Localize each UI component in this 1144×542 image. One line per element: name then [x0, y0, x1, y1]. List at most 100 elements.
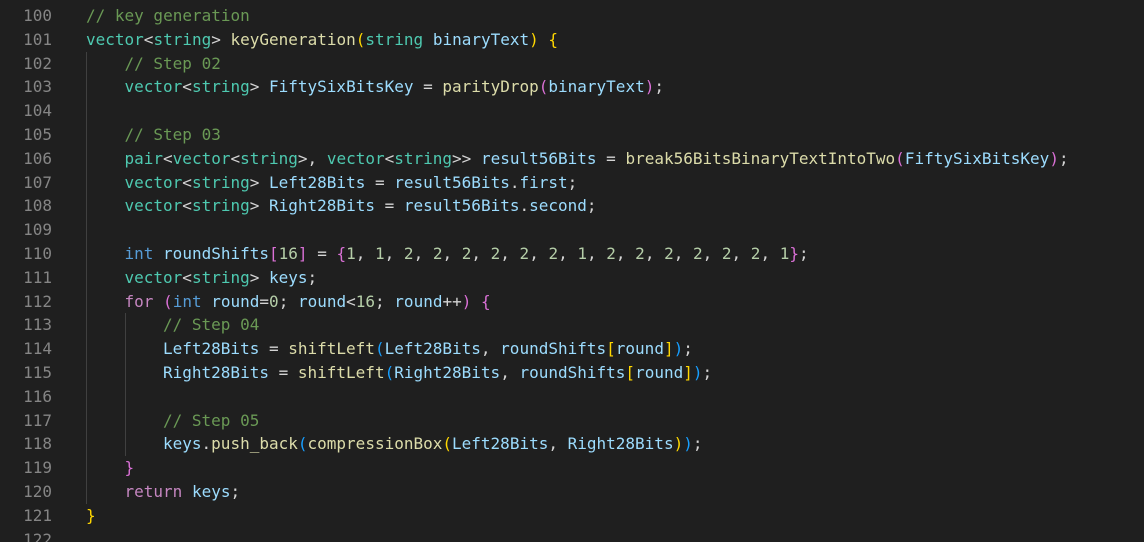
- code-text: vector<string> Left28Bits = result56Bits…: [125, 171, 578, 195]
- code-token: first: [519, 172, 568, 192]
- code-line[interactable]: 117 // Step 05: [0, 408, 1144, 433]
- code-token: ): [1049, 148, 1059, 168]
- code-line[interactable]: 104: [0, 99, 1144, 123]
- code-token: keys: [163, 434, 202, 454]
- line-number: 113: [23, 315, 52, 335]
- indent-guide: [86, 480, 87, 504]
- code-line[interactable]: 113 // Step 04: [0, 313, 1144, 338]
- code-token: >: [249, 77, 269, 97]
- line-number: 107: [23, 172, 52, 192]
- line-number: 114: [23, 339, 52, 359]
- code-token: pair: [124, 148, 164, 168]
- indent-guide: [86, 432, 87, 457]
- code-line[interactable]: 111 vector<string> keys;: [0, 265, 1144, 290]
- code-line[interactable]: 122: [0, 528, 1144, 542]
- code-token: 2: [519, 244, 530, 263]
- code-line[interactable]: 110 int roundShifts[16] = {1, 1, 2, 2, 2,…: [0, 242, 1144, 266]
- code-token: ;: [375, 291, 395, 311]
- code-token: ,: [548, 434, 568, 454]
- code-line[interactable]: 103 vector<string> FiftySixBitsKey = pari…: [0, 75, 1144, 100]
- code-token: FiftySixBitsKey: [269, 77, 414, 97]
- code-line[interactable]: 109: [0, 218, 1144, 242]
- code-token: ;: [1058, 148, 1069, 168]
- code-token: // Step 04: [163, 315, 260, 335]
- code-token: ): [644, 77, 655, 97]
- line-number: 122: [23, 529, 52, 542]
- code-line[interactable]: 102 // Step 02: [0, 51, 1144, 76]
- code-token: string: [240, 148, 298, 168]
- code-token: vector: [124, 77, 183, 97]
- code-token: result56Bits: [394, 172, 510, 192]
- code-token: round: [297, 291, 347, 311]
- code-token: >: [211, 29, 231, 49]
- code-line[interactable]: 121}: [0, 504, 1144, 528]
- code-line[interactable]: 101 vector<string> keyGeneration(string b…: [0, 28, 1144, 52]
- code-token: ,: [471, 244, 491, 263]
- code-token: }: [86, 505, 96, 525]
- code-token: ,: [587, 244, 607, 263]
- code-line[interactable]: 112 for (int round=0; round<16; round++) …: [0, 289, 1144, 314]
- code-text: pair<vector<string>, vector<string>> res…: [125, 147, 1069, 171]
- code-token: string: [191, 77, 250, 97]
- code-text: Left28Bits = shiftLeft(Left28Bits, round…: [163, 337, 693, 361]
- line-number: 103: [23, 77, 52, 97]
- code-token: int: [172, 291, 202, 311]
- code-token: ,: [760, 244, 780, 263]
- code-token: string: [394, 148, 453, 168]
- code-token: >: [249, 196, 269, 216]
- line-number: 117: [23, 410, 52, 430]
- code-token: ,: [731, 244, 751, 263]
- code-editor[interactable]: 100// key generation 101 vector<string> ke…: [0, 0, 1144, 542]
- code-token: ,: [442, 244, 462, 263]
- code-token: (: [355, 29, 366, 49]
- code-token: 2: [461, 244, 472, 263]
- code-token: compressionBox: [307, 434, 443, 454]
- code-text: // Step 05: [163, 409, 259, 433]
- code-text: vector<string> keys;: [125, 266, 318, 290]
- code-token: Left28Bits: [452, 434, 549, 454]
- indent-guide: [86, 170, 87, 195]
- code-line[interactable]: 118 keys.push_back(compressionBox(Left28B…: [0, 432, 1144, 457]
- code-line[interactable]: 120 return keys;: [0, 480, 1144, 504]
- code-token: 2: [664, 244, 674, 263]
- code-line[interactable]: 107 vector<string> Left28Bits = result56B…: [0, 170, 1144, 195]
- code-line[interactable]: 108 vector<string> Right28Bits = result56…: [0, 194, 1144, 219]
- code-token: <: [346, 291, 356, 311]
- code-token: {: [481, 291, 491, 311]
- code-line[interactable]: 119}: [0, 456, 1144, 480]
- code-token: roundShifts: [500, 339, 607, 359]
- code-line[interactable]: 116: [0, 384, 1144, 409]
- code-token: ,: [413, 244, 433, 263]
- code-token: <: [143, 29, 154, 49]
- indent-guide: [86, 51, 87, 76]
- code-token: // Step 05: [163, 410, 260, 430]
- code-token: for: [124, 291, 154, 311]
- code-text: // Step 04: [163, 313, 259, 337]
- code-text: }: [86, 504, 96, 528]
- code-line[interactable]: 114 Left28Bits = shiftLeft(Left28Bits, ro…: [0, 337, 1144, 361]
- indent-guide: [86, 146, 87, 171]
- code-token: ;: [692, 434, 703, 454]
- line-number: 109: [23, 220, 52, 240]
- indent-guide: [86, 456, 87, 480]
- code-token: [: [625, 363, 636, 382]
- code-line[interactable]: 100 // key generation: [0, 4, 1144, 28]
- code-token: Right28Bits: [567, 434, 674, 454]
- code-text: int roundShifts[16] = {1, 1, 2, 2, 2, 2,…: [125, 242, 809, 266]
- code-line[interactable]: 106 pair<vector<string>, vector<string>> …: [0, 146, 1144, 171]
- code-token: ;: [798, 244, 809, 263]
- code-token: ): [673, 339, 684, 359]
- code-token: >,: [297, 148, 327, 168]
- code-token: vector: [326, 148, 385, 168]
- code-token: ;: [586, 196, 597, 216]
- code-line[interactable]: 115 Right28Bits = shiftLeft(Right28Bits, …: [0, 361, 1144, 385]
- code-token: shiftLeft: [297, 363, 385, 382]
- code-token: 1: [577, 244, 587, 263]
- code-token: ): [673, 434, 684, 454]
- indent-guide: [124, 313, 126, 338]
- indent-guide: [86, 123, 87, 147]
- code-line[interactable]: 105 // Step 03: [0, 123, 1144, 147]
- code-token: <: [182, 172, 192, 192]
